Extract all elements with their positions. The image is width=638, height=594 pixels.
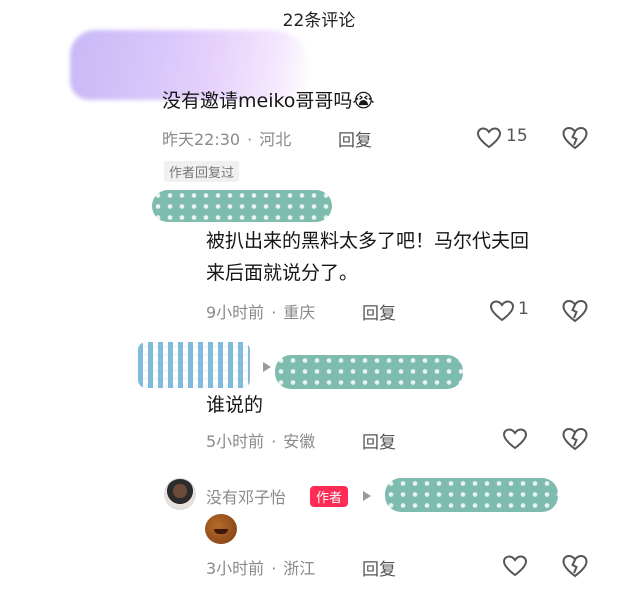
- triangle-right-icon: [263, 362, 271, 372]
- comment-text-line2: 来后面就说分了。: [206, 262, 359, 284]
- comment-meta: 3小时前 · 浙江: [206, 559, 316, 578]
- comment-text: 谁说的: [206, 394, 264, 416]
- reply-button[interactable]: 回复: [362, 299, 396, 324]
- comment-time: 9小时前: [206, 303, 265, 322]
- comment-location: 河北: [259, 130, 292, 149]
- reply-button[interactable]: 回复: [362, 555, 396, 580]
- author-replied-badge: 作者回复过: [164, 161, 240, 182]
- broken-heart-icon[interactable]: [561, 125, 589, 151]
- comment-text-line1: 被扒出来的黑料太多了吧！马尔代夫回: [206, 230, 530, 252]
- reply-target-redacted: [385, 478, 558, 512]
- reply-button[interactable]: 回复: [362, 428, 396, 453]
- comment-text: 没有邀请meiko哥哥吗😭: [162, 90, 375, 112]
- like-button[interactable]: 1: [489, 297, 533, 325]
- like-button[interactable]: 15: [476, 124, 532, 152]
- comment-meta: 昨天22:30 · 河北: [162, 130, 292, 149]
- comment-time: 3小时前: [206, 559, 265, 578]
- cookie-emoji-icon: [205, 514, 237, 544]
- broken-heart-icon[interactable]: [561, 426, 589, 452]
- author-tag: 作者: [310, 486, 349, 507]
- heart-outline-icon: [489, 300, 515, 322]
- comment-location: 安徽: [283, 432, 316, 451]
- heart-outline-icon[interactable]: [502, 427, 528, 451]
- comments-count-title: 22条评论: [282, 11, 356, 31]
- comment-location: 浙江: [283, 559, 316, 578]
- like-count: 15: [506, 126, 528, 146]
- comment-time: 昨天22:30: [162, 130, 241, 149]
- broken-heart-icon[interactable]: [561, 553, 589, 579]
- like-count: 1: [518, 299, 529, 319]
- heart-outline-icon[interactable]: [502, 554, 528, 578]
- heart-outline-icon: [476, 127, 502, 149]
- comment-location: 重庆: [283, 303, 316, 322]
- avatar[interactable]: [164, 478, 196, 510]
- username-redacted: [138, 342, 250, 388]
- comment-time: 5小时前: [206, 432, 265, 451]
- username[interactable]: 没有邓子怡: [206, 484, 286, 508]
- comment-meta: 5小时前 · 安徽: [206, 432, 316, 451]
- reply-button[interactable]: 回复: [338, 126, 372, 151]
- broken-heart-icon[interactable]: [561, 298, 589, 324]
- triangle-right-icon: [363, 491, 371, 501]
- reply-target-redacted: [275, 355, 463, 389]
- username-redacted: [152, 190, 332, 222]
- comment-meta: 9小时前 · 重庆: [206, 303, 316, 322]
